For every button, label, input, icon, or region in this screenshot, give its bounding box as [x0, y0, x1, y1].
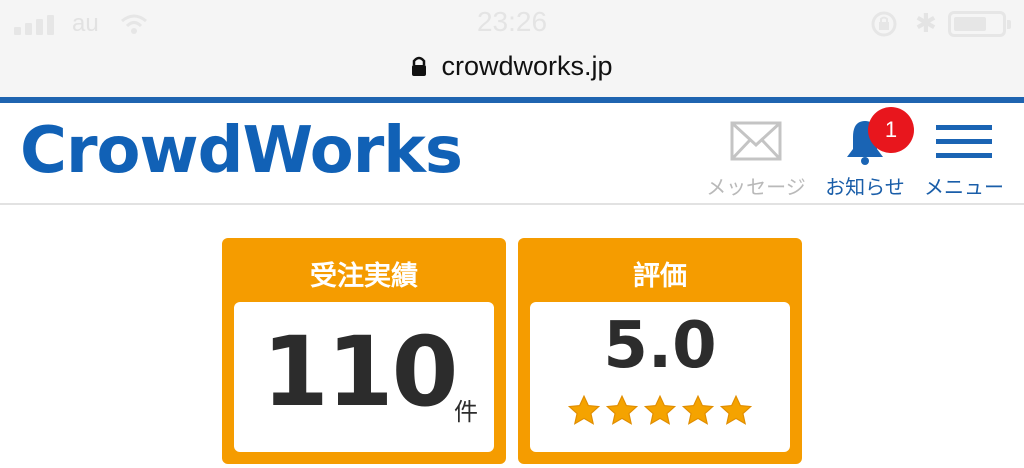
lock-icon — [412, 56, 427, 76]
star-icon — [681, 394, 715, 425]
browser-chrome: au 23:26 ✱ crowdworks.jp — [0, 0, 1024, 97]
rotation-lock-icon — [871, 11, 897, 37]
rating-title: 評価 — [633, 261, 687, 292]
nav-menu-button[interactable]: メニュー — [920, 115, 1008, 200]
nav-menu-label: メニュー — [924, 175, 1004, 199]
crowdworks-logo[interactable]: CrowdWorks — [20, 119, 463, 183]
star-icon — [567, 394, 601, 425]
site-header: CrowdWorks メッセージ 1 お知らせ メニュー — [0, 103, 1024, 205]
battery-icon — [948, 11, 1011, 37]
nav-message-button[interactable]: メッセージ — [700, 115, 812, 200]
nav-message-label: メッセージ — [706, 175, 806, 199]
status-bar: au 23:26 ✱ — [0, 0, 1024, 46]
nav-notice-button[interactable]: 1 お知らせ — [818, 107, 914, 200]
star-icon — [605, 394, 639, 425]
orders-title: 受注実績 — [310, 261, 418, 292]
orders-stat-card: 受注実績 110 件 — [222, 238, 506, 464]
orders-count: 110 — [262, 316, 458, 428]
envelope-icon — [730, 121, 782, 161]
rating-score: 5.0 — [603, 309, 717, 383]
url-text: crowdworks.jp — [441, 50, 613, 81]
star-icon — [643, 394, 677, 425]
star-icon — [719, 394, 753, 425]
rating-stars — [530, 394, 790, 428]
bluetooth-icon: ✱ — [915, 9, 937, 39]
rating-stat-card: 評価 5.0 — [518, 238, 802, 464]
rating-value-panel: 5.0 — [530, 302, 790, 452]
nav-notice-label: お知らせ — [825, 175, 905, 199]
orders-unit: 件 — [454, 398, 478, 426]
notification-badge: 1 — [868, 107, 914, 153]
orders-value-panel: 110 件 — [234, 302, 494, 452]
hamburger-menu-icon — [936, 125, 992, 158]
address-bar[interactable]: crowdworks.jp — [0, 46, 1024, 86]
